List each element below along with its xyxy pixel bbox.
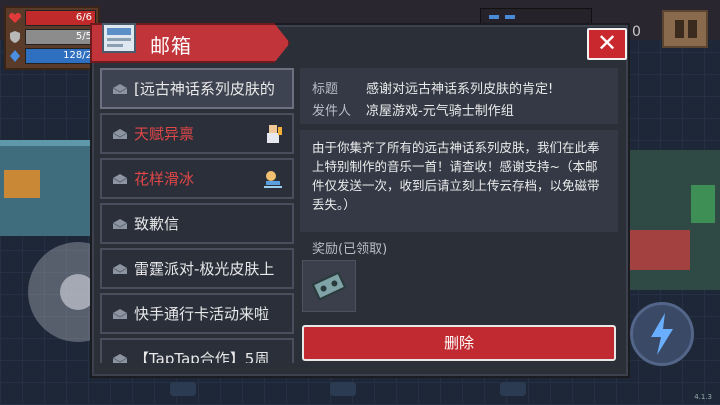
pause-icon xyxy=(675,20,684,38)
mailbox-title: 邮箱 xyxy=(150,34,192,58)
pause-button[interactable] xyxy=(662,10,708,48)
mail-item[interactable]: 天赋异禀 xyxy=(100,113,294,154)
mail-detail: 标题 感谢对远古神话系列皮肤的肯定! 发件人 凉屋游戏-元气骑士制作组 由于你集… xyxy=(300,68,618,368)
energy-value: 128/2 xyxy=(63,50,92,61)
stool xyxy=(500,382,526,396)
reward-slot[interactable] xyxy=(302,260,356,312)
envelope-icon xyxy=(112,263,128,274)
reward-label: 奖励(已领取) xyxy=(312,242,388,257)
stool xyxy=(170,382,196,396)
mail-item[interactable]: 【TapTap合作】5周 xyxy=(100,338,294,363)
mail-item[interactable]: [远古神话系列皮肤的 xyxy=(100,68,294,109)
right-machine-lamp xyxy=(691,185,715,223)
mail-list[interactable]: [远古神话系列皮肤的 天赋异禀花样滑冰致歉信雷霆派对-极光皮肤上 快手通行卡活动来啦… xyxy=(100,68,294,363)
skill-button[interactable] xyxy=(630,302,694,366)
stool xyxy=(330,382,356,396)
gem-icon xyxy=(505,15,515,19)
hp-row: 6/6 xyxy=(8,9,96,27)
envelope-icon xyxy=(112,353,128,363)
mail-item-label: 雷霆派对-极光皮肤上 xyxy=(134,260,275,278)
close-button[interactable]: ✕ xyxy=(587,28,627,60)
mail-body-text: 由于你集齐了所有的远古神话系列皮肤，我们在此奉上特别制作的音乐一首！请查收！感谢… xyxy=(312,140,600,212)
mail-item-label: 天赋异禀 xyxy=(134,125,195,143)
mail-item-label: 致歉信 xyxy=(134,215,180,233)
version-label: 4.1.3 xyxy=(694,393,712,401)
envelope-icon xyxy=(112,173,128,184)
sender-key: 发件人 xyxy=(312,104,352,119)
counter-value: 0 xyxy=(632,24,641,40)
shield-bar: 5/5 xyxy=(25,29,96,45)
mail-sender: 凉屋游戏-元气骑士制作组 xyxy=(366,104,514,119)
mail-item[interactable]: 雷霆派对-极光皮肤上 xyxy=(100,248,294,289)
envelope-icon xyxy=(112,128,128,139)
envelope-icon xyxy=(112,308,128,319)
mail-item-label: [远古神话系列皮肤的 xyxy=(134,80,275,98)
mail-subject: 感谢对远古神话系列皮肤的肯定! xyxy=(366,82,554,97)
mail-item[interactable]: 花样滑冰 xyxy=(100,158,294,199)
energy-icon xyxy=(10,50,20,62)
pause-icon xyxy=(688,20,697,38)
hp-bar: 6/6 xyxy=(25,10,96,26)
lightning-icon xyxy=(651,313,673,355)
envelope-icon xyxy=(112,218,128,229)
mail-item-label: 【TapTap合作】5周 xyxy=(134,350,270,363)
right-machine-counter xyxy=(630,230,690,270)
gem-icon xyxy=(489,15,499,19)
subject-key: 标题 xyxy=(312,82,339,97)
shield-row: 5/5 xyxy=(8,28,96,46)
shield-icon xyxy=(10,31,20,43)
energy-bar: 128/2 xyxy=(25,48,96,64)
mail-item-label: 花样滑冰 xyxy=(134,170,195,188)
skater-thumbnail-icon xyxy=(262,168,284,190)
status-hud: 6/6 5/5 128/2 xyxy=(4,6,100,70)
left-machine-panel xyxy=(4,170,40,198)
mail-body: 由于你集齐了所有的远古神话系列皮肤，我们在此奉上特别制作的音乐一首！请查收！感谢… xyxy=(300,130,618,232)
envelope-icon xyxy=(112,83,128,94)
mail-meta: 标题 感谢对远古神话系列皮肤的肯定! 发件人 凉屋游戏-元气骑士制作组 xyxy=(300,68,618,124)
mail-item[interactable]: 快手通行卡活动来啦 xyxy=(100,293,294,334)
cassette-tape-icon xyxy=(311,271,347,301)
energy-row: 128/2 xyxy=(8,47,96,65)
heart-icon xyxy=(9,13,21,23)
delete-button[interactable]: 删除 xyxy=(302,325,616,361)
character-thumbnail-icon xyxy=(262,123,284,145)
mail-icon xyxy=(102,23,136,53)
mail-item[interactable]: 致歉信 xyxy=(100,203,294,244)
mail-item-label: 快手通行卡活动来啦 xyxy=(134,305,270,323)
